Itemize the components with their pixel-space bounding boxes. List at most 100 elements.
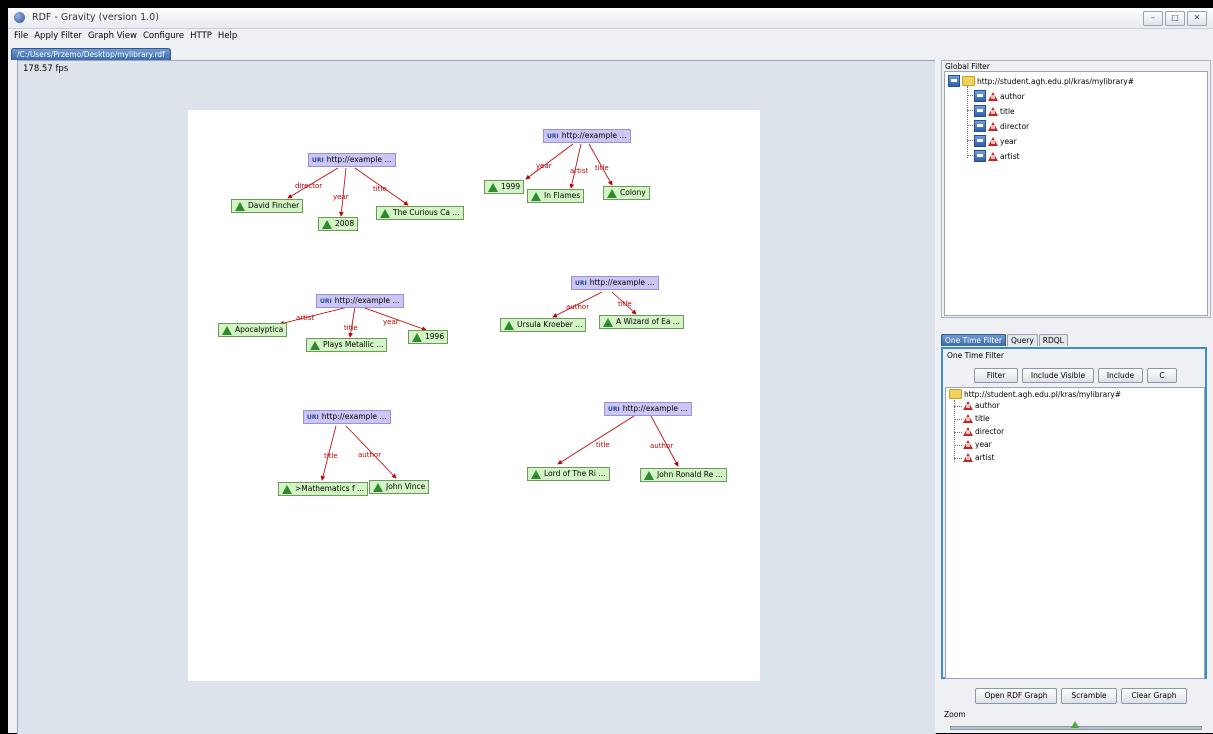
literal-icon [603,317,613,327]
literal-node-label: 1999 [501,182,521,191]
filter-button[interactable]: Filter [974,368,1018,383]
uri-node[interactable]: URI http://example ... [571,276,659,290]
property-icon [988,151,998,161]
tree-item-year[interactable]: year [974,135,1017,147]
literal-icon [282,484,292,494]
tab-one-time-filter[interactable]: One Time Filter [941,334,1006,346]
uri-node-label: http://example ... [561,131,627,140]
tree-item-label: artist [1000,151,1020,161]
zoom-slider-thumb[interactable] [1071,721,1079,728]
tree-item-year[interactable]: year [963,440,992,449]
uri-node[interactable]: URI http://example ... [543,129,631,143]
tree-root[interactable]: http://student.agh.edu.pl/kras/mylibrary… [949,389,1121,399]
edge-label-title: title [595,164,609,172]
menu-file[interactable]: File [11,29,31,43]
checkbox-icon[interactable] [974,135,986,147]
property-icon [963,414,973,423]
tree-item-title[interactable]: title [974,105,1015,117]
graph-area[interactable]: director year title year artist title ar… [188,110,760,681]
literal-node-label: >Mathematics f ... [295,484,365,493]
literal-node[interactable]: In Flames [527,189,585,203]
folder-icon [949,389,962,399]
scramble-button[interactable]: Scramble [1061,688,1117,704]
tree-item-author[interactable]: author [963,401,1000,410]
uri-node-label: http://example ... [326,155,392,164]
literal-node[interactable]: A Wizard of Ea ... [599,315,684,329]
menu-help[interactable]: Help [215,29,240,43]
horizontal-splitter[interactable] [941,317,1209,327]
literal-node[interactable]: 2008 [318,217,359,231]
tab-rdql[interactable]: RDQL [1038,334,1068,346]
tree-item-author[interactable]: author [974,90,1025,102]
checkbox-icon[interactable] [948,75,960,87]
maximize-button[interactable]: □ [1165,11,1185,26]
app-window: RDF - Gravity (version 1.0) – □ ✕ File A… [8,8,1213,734]
uri-icon: URI [312,156,324,164]
tree-item-title[interactable]: title [963,414,990,423]
literal-node[interactable]: Lord of The Ri ... [527,467,610,481]
tree-item-artist[interactable]: artist [974,150,1020,162]
tree-item-director[interactable]: director [974,120,1029,132]
literal-icon [322,219,332,229]
c-button[interactable]: C [1147,368,1177,383]
tree-item-label: director [975,427,1005,436]
include-button[interactable]: Include [1098,368,1143,383]
include-visible-button[interactable]: Include Visible [1022,368,1094,383]
graph-canvas[interactable]: 178.57 fps director year title year arti… [17,60,936,734]
edge-label-artist: artist [570,167,589,175]
edge-label-artist: artist [296,314,315,322]
clear-graph-button[interactable]: Clear Graph [1121,688,1187,704]
literal-node[interactable]: John Ronald Re ... [640,468,727,482]
literal-node[interactable]: 1996 [408,330,449,344]
literal-node-label: Colony [620,188,646,197]
tab-query[interactable]: Query [1006,334,1038,346]
checkbox-icon[interactable] [974,150,986,162]
menu-configure[interactable]: Configure [140,29,187,43]
close-button[interactable]: ✕ [1187,11,1207,26]
uri-icon: URI [320,297,332,305]
one-time-filter-tree[interactable]: http://student.agh.edu.pl/kras/mylibrary… [945,387,1205,679]
literal-node[interactable]: David Fincher [231,199,304,213]
property-icon [963,440,973,449]
menu-graph-view[interactable]: Graph View [85,29,140,43]
literal-icon [373,482,383,492]
tree-item-artist[interactable]: artist [963,453,995,462]
uri-node[interactable]: URI http://example ... [604,402,692,416]
property-icon [988,91,998,101]
file-tab[interactable]: /C:/Users/Przemo/Desktop/mylibrary.rdf [11,48,171,60]
checkbox-icon[interactable] [974,90,986,102]
one-time-filter-panel: One Time Filter Filter Include Visible I… [941,347,1207,679]
edge-label-year: year [383,318,399,326]
tree-root[interactable]: http://student.agh.edu.pl/kras/mylibrary… [948,75,1134,87]
uri-node[interactable]: URI http://example ... [303,410,391,424]
property-icon [988,106,998,116]
file-tab-strip: /C:/Users/Przemo/Desktop/mylibrary.rdf [8,44,1213,60]
menu-apply-filter[interactable]: Apply Filter [31,29,85,43]
literal-node-label: John Vince [386,482,426,491]
literal-node-label: 1996 [425,332,445,341]
tree-item-label: year [975,440,992,449]
minimize-button[interactable]: – [1143,11,1163,26]
uri-node[interactable]: URI http://example ... [308,153,396,167]
menu-http[interactable]: HTTP [187,29,215,43]
open-rdf-graph-button[interactable]: Open RDF Graph [975,688,1057,704]
literal-node[interactable]: Colony [603,186,650,200]
literal-node[interactable]: John Vince [369,480,430,494]
literal-node[interactable]: Plays Metallic ... [306,338,388,352]
menu-bar: File Apply Filter Graph View Configure H… [8,29,1213,43]
global-filter-tree[interactable]: http://student.agh.edu.pl/kras/mylibrary… [944,71,1208,316]
tree-item-director[interactable]: director [963,427,1004,436]
literal-node[interactable]: The Curious Ca ... [376,206,464,220]
literal-icon [412,332,422,342]
tree-item-label: title [1000,106,1015,116]
literal-node[interactable]: Apocalyptica [218,323,288,337]
literal-node[interactable]: >Mathematics f ... [278,482,369,496]
checkbox-icon[interactable] [974,105,986,117]
literal-node[interactable]: Ursula Kroeber ... [500,318,587,332]
uri-node[interactable]: URI http://example ... [316,294,404,308]
literal-icon [531,469,541,479]
edge-label-title: title [618,300,632,308]
literal-node[interactable]: 1999 [484,180,525,194]
uri-node-label: http://example ... [334,296,400,305]
checkbox-icon[interactable] [974,120,986,132]
